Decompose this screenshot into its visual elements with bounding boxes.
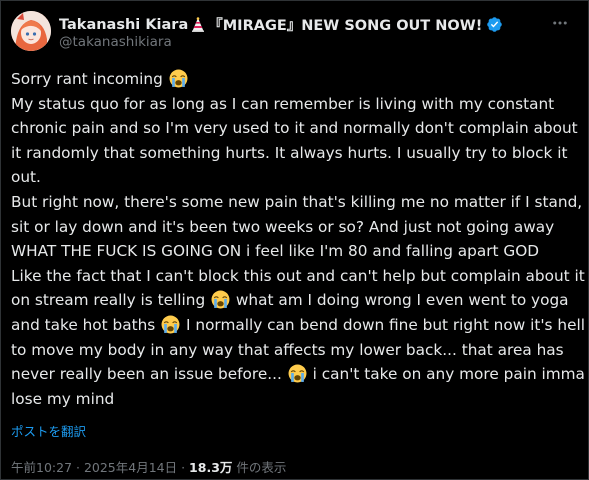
avatar-image [11, 11, 51, 51]
avatar[interactable] [11, 11, 51, 51]
text-run: and take hot baths [11, 315, 156, 334]
post-header: Takanashi Kiara 『MIRAGE』NEW SONG OUT NOW… [11, 11, 578, 53]
post-line: out. [11, 168, 41, 187]
loudly-crying-face-icon [288, 364, 307, 383]
text-run: what am I doing wrong I even went to yog… [231, 291, 569, 310]
display-name[interactable]: Takanashi Kiara [59, 17, 188, 33]
post-line: But right now, there's some new pain tha… [11, 192, 583, 211]
text-run: i can't take on any more pain imma [307, 365, 585, 384]
more-options-icon[interactable] [548, 11, 572, 35]
view-count-label: 件の表示 [232, 460, 287, 475]
post-line: My status quo for as long as I can remem… [11, 94, 555, 113]
post-line: never really been an issue before... i c… [11, 362, 585, 387]
post-line: WHAT THE FUCK IS GOING ON i feel like I'… [11, 242, 540, 261]
post-line: lose my mind [11, 389, 115, 408]
post-line: chronic pain and so I'm very used to it … [11, 119, 578, 138]
post-time[interactable]: 午前10:27 [11, 460, 72, 475]
party-hat-icon [192, 16, 205, 32]
post-line: sit or lay down and it's been two weeks … [11, 217, 555, 236]
loudly-crying-face-icon [161, 315, 180, 334]
post-date[interactable]: 2025年4月14日 [84, 460, 177, 475]
text-run: never really been an issue before... [11, 365, 282, 384]
post-text: Sorry rant incoming My status quo for as… [11, 67, 585, 411]
text-run: Sorry rant incoming [11, 70, 163, 88]
post-line: on stream really is telling what am I do… [11, 288, 577, 313]
display-name-suffix[interactable]: 『MIRAGE』NEW SONG OUT NOW! [208, 14, 482, 35]
verified-badge-icon [487, 17, 503, 32]
text-run: I normally can bend down fine but right … [181, 315, 585, 334]
loudly-crying-face-icon [169, 69, 188, 88]
translate-post-link[interactable]: ポストを翻訳 [11, 421, 86, 440]
post-line: and take hot baths I normally can bend d… [11, 313, 585, 338]
post-card: Takanashi Kiara 『MIRAGE』NEW SONG OUT NOW… [0, 0, 589, 480]
post-line: Like the fact that I can't block this ou… [11, 266, 585, 285]
meta-separator: · [177, 460, 190, 475]
meta-separator: · [72, 460, 84, 475]
post-line: it randomly that something hurts. It alw… [11, 143, 568, 162]
text-run: on stream really is telling [11, 291, 206, 310]
post-meta: 午前10:27 · 2025年4月14日 · 18.3万 件の表示 [11, 457, 286, 476]
post-line: to move my body in any way that affects … [11, 340, 564, 359]
more-dots-glyph [553, 21, 567, 25]
view-count[interactable]: 18.3万 [189, 460, 232, 475]
post-line: Sorry rant incoming [11, 67, 577, 92]
user-handle[interactable]: @takanashikiara [59, 34, 172, 50]
name-row[interactable]: Takanashi Kiara 『MIRAGE』NEW SONG OUT NOW… [59, 14, 503, 35]
loudly-crying-face-icon [211, 290, 230, 309]
